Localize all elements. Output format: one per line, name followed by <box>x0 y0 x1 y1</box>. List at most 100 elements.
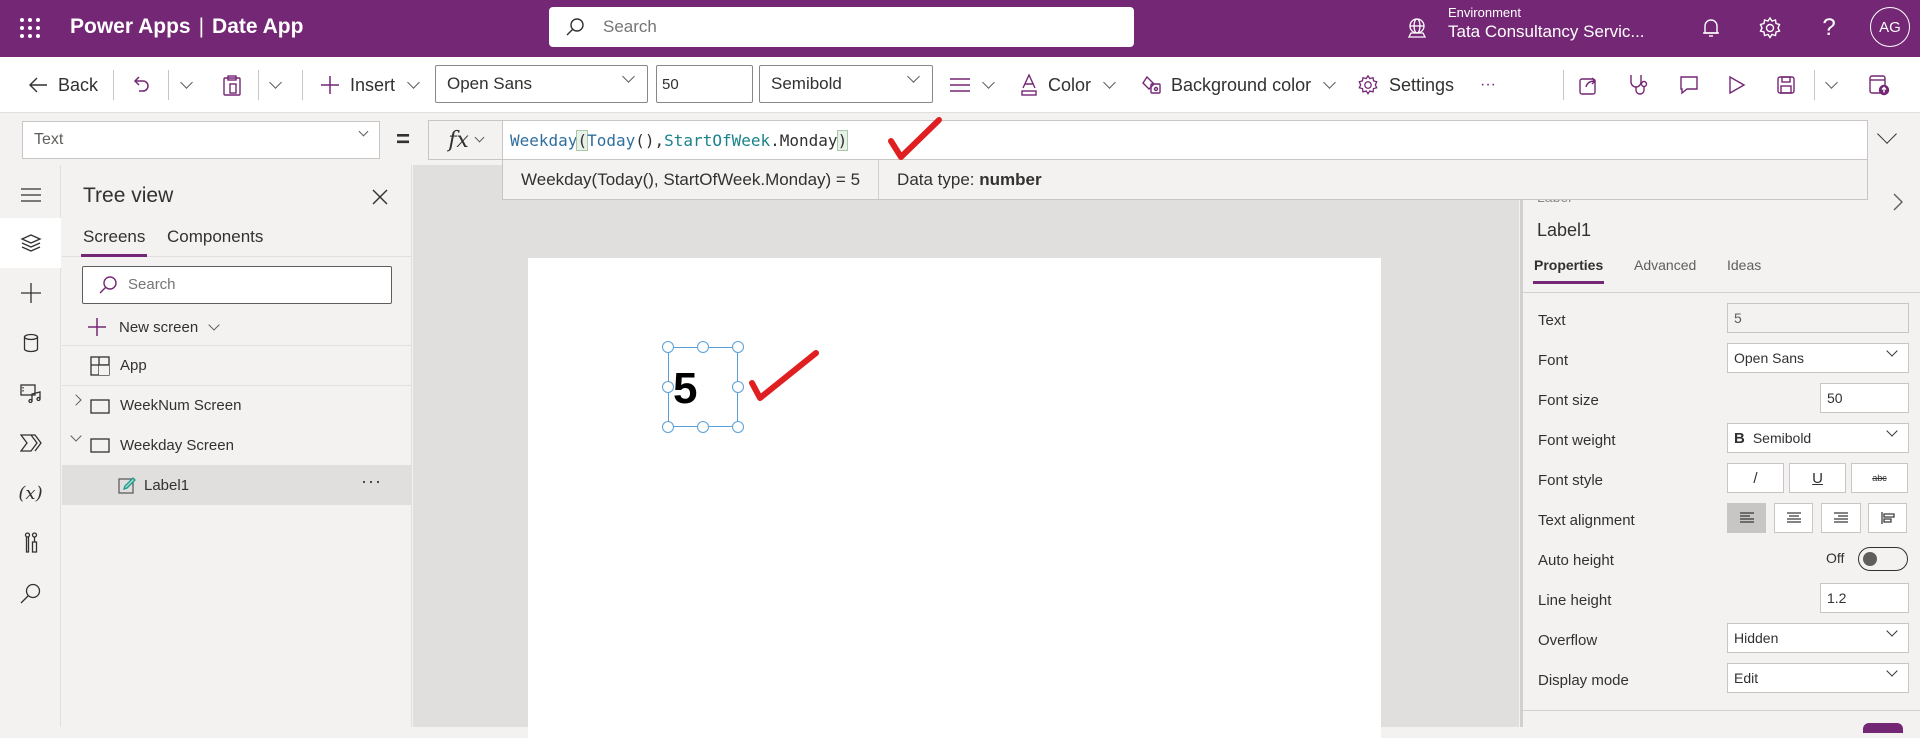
rail-data[interactable] <box>0 318 61 368</box>
line-height-input[interactable]: 1.2 <box>1820 583 1909 613</box>
chevron-down-icon <box>269 76 282 89</box>
chevron-down-icon[interactable] <box>70 430 82 442</box>
tab-properties[interactable]: Properties <box>1532 257 1605 284</box>
text-input[interactable]: 5 <box>1727 303 1909 333</box>
color-button[interactable]: Color <box>1020 57 1116 113</box>
resize-handle[interactable] <box>732 421 744 433</box>
formula-input[interactable]: Weekday(Today (), StartOfWeek. Monday) <box>502 117 1868 160</box>
app-name[interactable]: Date App <box>212 15 303 38</box>
chevron-down-icon <box>907 70 920 83</box>
tree-item-label1[interactable]: Label1 ··· <box>62 465 412 505</box>
more-options-button[interactable]: ··· <box>361 471 382 492</box>
new-screen-button[interactable]: New screen <box>87 312 220 342</box>
align-center-button[interactable] <box>1774 503 1813 533</box>
rail-advanced-tools[interactable] <box>0 518 61 568</box>
publish-button[interactable] <box>1868 57 1890 113</box>
fx-button[interactable]: fx <box>428 120 502 160</box>
save-button[interactable] <box>1776 57 1796 113</box>
align-left-button[interactable] <box>1727 503 1766 533</box>
divider <box>258 70 259 100</box>
user-avatar[interactable]: AG <box>1870 7 1910 47</box>
global-search-input[interactable] <box>603 15 1103 39</box>
rail-insert[interactable] <box>0 268 61 318</box>
preview-button[interactable] <box>1728 57 1746 113</box>
tree-item-weekday-screen[interactable]: Weekday Screen <box>62 425 412 465</box>
font-dropdown[interactable]: Open Sans <box>435 65 648 103</box>
rail-media[interactable] <box>0 368 61 418</box>
expand-formula-button[interactable] <box>1877 124 1897 146</box>
text-align-button[interactable] <box>950 57 995 113</box>
tree-item-weeknum-screen[interactable]: WeekNum Screen <box>62 385 412 425</box>
resize-handle[interactable] <box>662 381 674 393</box>
resize-handle[interactable] <box>662 421 674 433</box>
back-button[interactable]: Back <box>28 57 98 113</box>
vertical-align-button[interactable] <box>1868 503 1907 533</box>
align-right-button[interactable] <box>1821 503 1861 533</box>
collapse-menu-button[interactable] <box>0 170 61 220</box>
formula-token: (), <box>635 130 665 150</box>
comments-button[interactable] <box>1678 57 1700 113</box>
font-weight-dropdown[interactable]: Semibold <box>759 65 933 103</box>
close-tree-view-button[interactable] <box>372 189 388 205</box>
resize-handle[interactable] <box>732 341 744 353</box>
global-search[interactable] <box>549 7 1134 47</box>
font-size-input[interactable]: 50 <box>1820 383 1909 413</box>
properties-tabs: Properties Advanced Ideas <box>1523 257 1920 293</box>
media-icon <box>19 384 41 403</box>
app-screen[interactable]: 5 <box>528 258 1381 738</box>
font-size-input[interactable]: 50 <box>656 65 753 103</box>
tab-components[interactable]: Components <box>167 227 263 247</box>
resize-handle[interactable] <box>697 341 709 353</box>
tree-search[interactable] <box>82 266 392 304</box>
overflow-dropdown[interactable]: Hidden <box>1727 623 1909 653</box>
property-selector[interactable]: Text <box>22 121 380 159</box>
strikethrough-icon: abc <box>1872 473 1887 483</box>
formula-result: Weekday(Today(), StartOfWeek.Monday) = 5 <box>503 160 880 199</box>
italic-button[interactable]: / <box>1727 463 1784 493</box>
control-name[interactable]: Label1 <box>1537 220 1591 241</box>
underline-button[interactable]: U <box>1789 463 1846 493</box>
font-dropdown[interactable]: Open Sans <box>1727 343 1909 373</box>
label1-control[interactable]: 5 <box>662 341 744 433</box>
font-weight-dropdown[interactable]: B Semibold <box>1727 423 1909 453</box>
help-icon[interactable]: ? <box>1816 14 1842 41</box>
save-dropdown-button[interactable] <box>1825 57 1838 113</box>
chevron-right-icon[interactable] <box>70 394 82 406</box>
hamburger-icon <box>20 188 41 202</box>
footer-action-button[interactable] <box>1863 723 1903 733</box>
environment-picker[interactable]: Tata Consultancy Servic... <box>1448 22 1645 42</box>
app-checker-button[interactable] <box>1628 57 1650 113</box>
strikethrough-button[interactable]: abc <box>1851 463 1908 493</box>
tab-screens[interactable]: Screens <box>80 227 148 257</box>
tree-search-input[interactable] <box>128 276 378 293</box>
insert-button[interactable]: Insert <box>320 57 420 113</box>
rail-tree-view[interactable] <box>0 218 61 268</box>
notifications-icon[interactable] <box>1698 15 1724 41</box>
undo-button[interactable] <box>133 57 151 113</box>
paste-button[interactable] <box>222 57 242 113</box>
paste-dropdown-button[interactable] <box>269 57 282 113</box>
collapse-properties-button[interactable] <box>1893 193 1903 211</box>
tree-item-app[interactable]: App <box>62 345 412 385</box>
environment-icon[interactable] <box>1405 16 1429 40</box>
app-launcher-icon[interactable] <box>18 16 42 40</box>
display-mode-dropdown[interactable]: Edit <box>1727 663 1909 693</box>
resize-handle[interactable] <box>732 381 744 393</box>
auto-height-toggle[interactable] <box>1858 547 1908 571</box>
rail-power-automate[interactable] <box>0 418 61 468</box>
tab-advanced[interactable]: Advanced <box>1634 257 1696 273</box>
settings-button[interactable]: Settings <box>1357 57 1454 113</box>
resize-handle[interactable] <box>697 421 709 433</box>
rail-variables[interactable]: (x) <box>0 468 61 518</box>
font-value: Open Sans <box>1734 350 1805 366</box>
font-weight-value: Semibold <box>1752 430 1812 446</box>
tab-ideas[interactable]: Ideas <box>1727 257 1761 273</box>
tools-icon <box>24 532 37 553</box>
undo-dropdown-button[interactable] <box>180 57 193 113</box>
more-commands-button[interactable]: ··· <box>1480 57 1496 113</box>
settings-gear-icon[interactable] <box>1757 15 1783 41</box>
share-button[interactable] <box>1578 57 1600 113</box>
background-color-button[interactable]: Background color <box>1141 57 1336 113</box>
rail-search[interactable] <box>0 568 61 618</box>
resize-handle[interactable] <box>662 341 674 353</box>
